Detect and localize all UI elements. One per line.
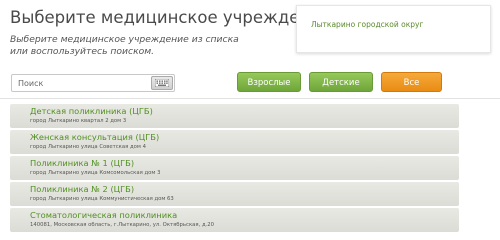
region-selector[interactable]: Лыткарино городской округ — [296, 5, 491, 53]
filter-all-button[interactable]: Все — [381, 72, 442, 92]
page-title: Выберите медицинское учреждение — [10, 8, 332, 27]
facility-address: город Лыткарино улица Советская дом 4 — [30, 144, 146, 150]
facility-row[interactable]: Детская поликлиника (ЦГБ) город Лыткарин… — [10, 104, 459, 128]
search-box — [11, 74, 175, 92]
search-input[interactable] — [12, 75, 158, 91]
page-subtitle: Выберите медицинское учреждение из списк… — [10, 34, 239, 57]
facility-name: Женская консультация (ЦГБ) — [30, 132, 160, 142]
facility-address: город Лыткарино улица Комсомольская дом … — [30, 170, 161, 176]
region-selected-label: Лыткарино городской округ — [311, 20, 424, 29]
facility-address: город Лыткарино квартал 2 дом 3 — [30, 118, 127, 124]
facility-name: Поликлиника № 2 (ЦГБ) — [30, 184, 135, 194]
facility-address: город Лыткарино улица Коммунистическая д… — [30, 196, 174, 202]
keyboard-icon[interactable] — [151, 76, 173, 90]
filter-children-button[interactable]: Детские — [309, 72, 373, 92]
filter-adults-button[interactable]: Взрослые — [237, 72, 301, 92]
divider — [0, 98, 500, 99]
facility-name: Стоматологическая поликлиника — [30, 210, 178, 220]
facility-name: Детская поликлиника (ЦГБ) — [30, 106, 153, 116]
facility-row[interactable]: Женская консультация (ЦГБ) город Лыткари… — [10, 130, 459, 154]
facility-name: Поликлиника № 1 (ЦГБ) — [30, 158, 135, 168]
facility-row[interactable]: Поликлиника № 2 (ЦГБ) город Лыткарино ул… — [10, 182, 459, 206]
facility-address: 140081, Московская область, г.Лыткарино,… — [30, 222, 215, 228]
facility-list: Детская поликлиника (ЦГБ) город Лыткарин… — [10, 104, 459, 234]
facility-row[interactable]: Стоматологическая поликлиника 140081, Мо… — [10, 208, 459, 232]
facility-row[interactable]: Поликлиника № 1 (ЦГБ) город Лыткарино ул… — [10, 156, 459, 180]
